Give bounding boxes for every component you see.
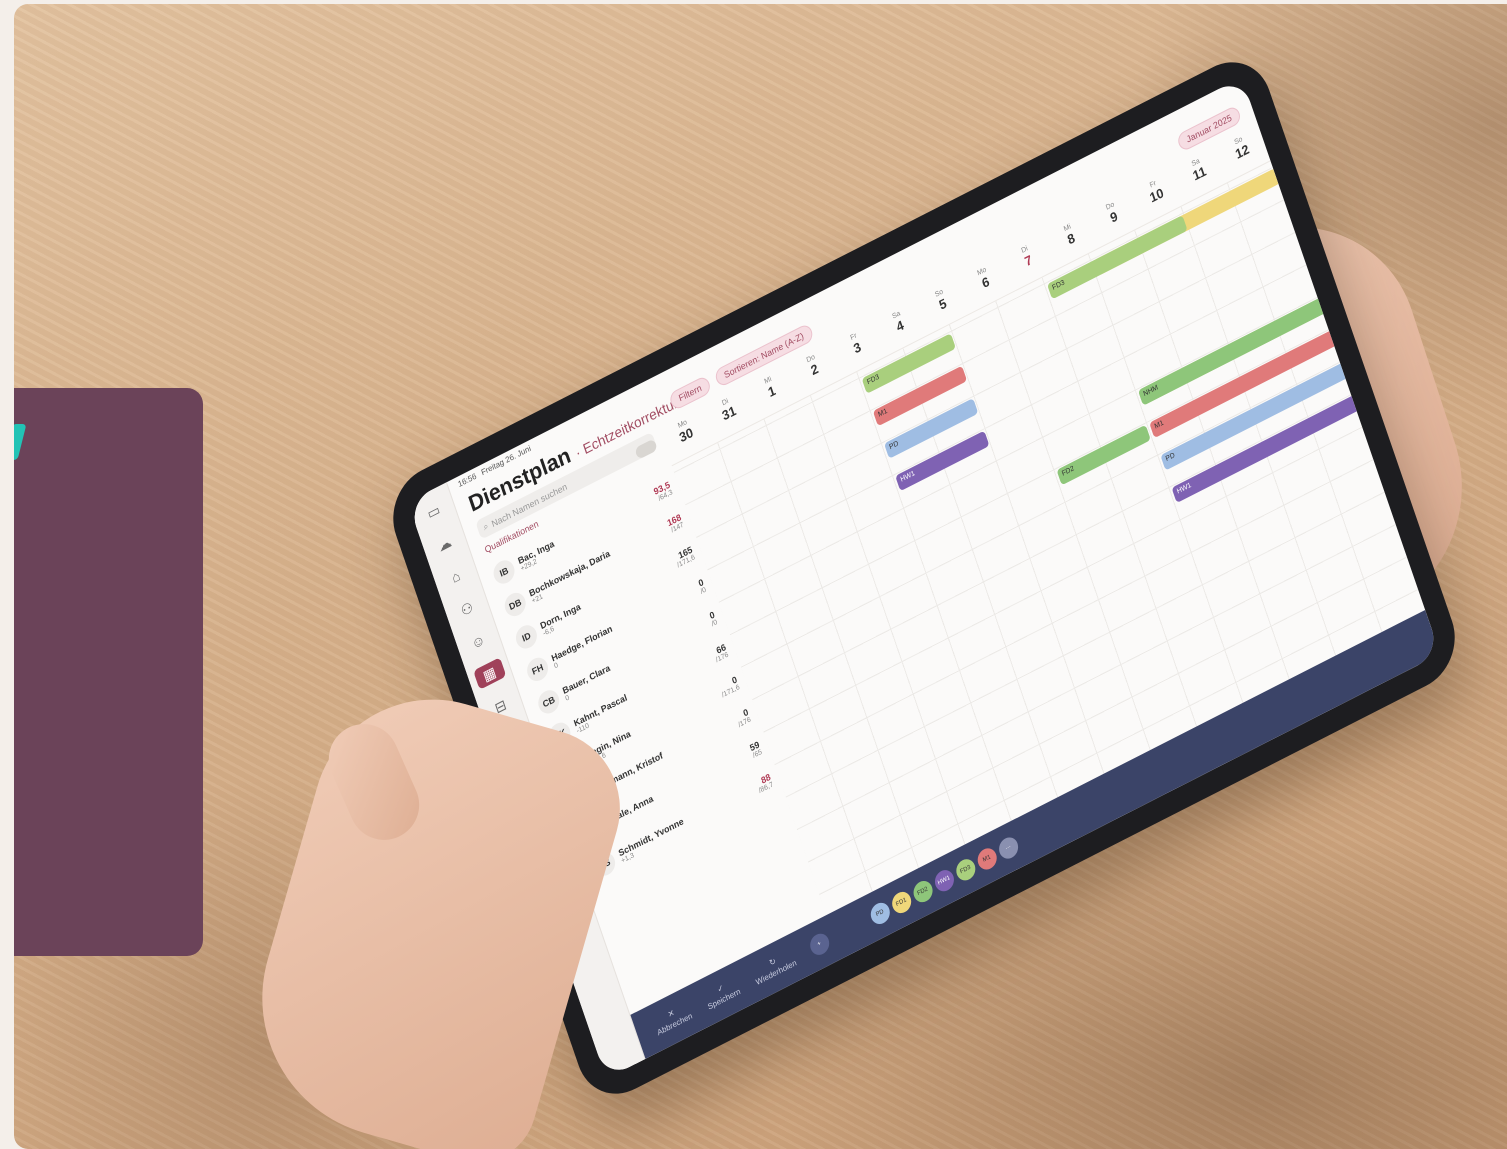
person-hours: 0/0: [707, 609, 718, 628]
hours-target: /86,7: [757, 780, 775, 795]
logo-icon: ☁: [435, 532, 454, 555]
hours-target: /0: [710, 618, 719, 628]
person-hours: 66/176: [712, 641, 730, 663]
left-hand: [229, 671, 639, 1149]
team-icon[interactable]: ⚇: [455, 595, 479, 623]
shift-pill[interactable]: FD3: [953, 855, 978, 885]
main-area: 16:56 Freitag 26. Juni Dienstplan · Echt…: [447, 77, 1441, 1059]
photo-scene: ▭ ☁ ⌂ ⚇ ☺ ▦ ⊟ ◷ 16:56 Freitag 26. Juni D…: [14, 4, 1507, 1149]
schedule-icon[interactable]: ▦: [472, 657, 506, 691]
avatar: CB: [535, 686, 563, 718]
avatar: DB: [501, 588, 529, 620]
avatar: IB: [490, 556, 518, 588]
person-hours: 88/86,7: [755, 771, 774, 794]
shift-pill[interactable]: PD: [867, 899, 893, 928]
add-shift-icon[interactable]: +: [807, 930, 832, 959]
save-button[interactable]: ✓ Speichern: [703, 976, 742, 1012]
search-icon: ⌕: [481, 520, 490, 533]
hours-target: /0: [699, 585, 707, 596]
avatar: FH: [524, 653, 552, 685]
person-hours: 0/176: [734, 706, 752, 729]
day-number: 7: [1022, 251, 1035, 270]
cancel-button[interactable]: ✕ Abbrechen: [652, 1001, 693, 1037]
day-number: 10: [1147, 184, 1166, 206]
person-hours: 168/147: [666, 511, 685, 534]
person-hours: 93,5/64,3: [652, 479, 673, 503]
close-icon: ✕: [666, 1007, 676, 1020]
shift-pill[interactable]: ···: [996, 834, 1021, 863]
sidebar-toggle-icon[interactable]: ▭: [421, 497, 445, 525]
shift-pill[interactable]: FD1: [889, 888, 914, 917]
person-hours: 59/65: [748, 739, 763, 760]
avatar: ID: [512, 621, 540, 653]
brand-card: [14, 388, 203, 956]
shift-pill[interactable]: HW1: [931, 866, 957, 895]
home-icon[interactable]: ⌂: [444, 562, 468, 590]
hours-target: /176: [737, 715, 752, 729]
shift-pill[interactable]: FD2: [910, 877, 935, 906]
person-hours: 0/0: [696, 576, 707, 595]
check-icon: ✓: [716, 982, 725, 995]
day-number: 3: [851, 338, 863, 357]
shift-pill[interactable]: M1: [974, 844, 1000, 874]
redo-icon: ↻: [768, 956, 778, 968]
hours-target: /171,6: [720, 683, 741, 699]
redo-button[interactable]: ↻ Wiederholen: [751, 948, 798, 987]
person-hours: 165/171,6: [673, 544, 696, 569]
day-number: 31: [720, 402, 738, 424]
person-hours: 0/171,6: [718, 674, 741, 699]
shift-block[interactable]: FD2: [1056, 424, 1151, 486]
person-icon[interactable]: ☺: [466, 627, 490, 655]
